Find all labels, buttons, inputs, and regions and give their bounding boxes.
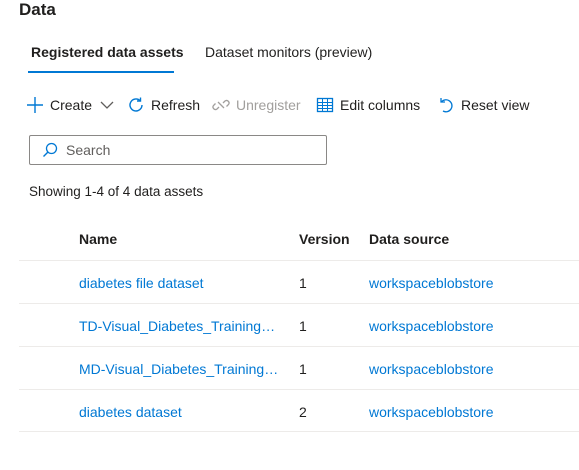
asset-name-link[interactable]: TD-Visual_Diabetes_Training-N... xyxy=(79,318,279,334)
asset-name-link[interactable]: diabetes file dataset xyxy=(79,275,279,291)
asset-name-link[interactable]: MD-Visual_Diabetes_Training-Tr... xyxy=(79,361,279,377)
search-box[interactable] xyxy=(29,135,327,165)
data-page: Data Registered data assets Dataset moni… xyxy=(0,0,579,470)
unregister-label: Unregister xyxy=(236,97,301,113)
reset-view-button[interactable]: Reset view xyxy=(437,95,529,115)
column-header-data-source[interactable]: Data source xyxy=(369,231,449,247)
data-source-link[interactable]: workspaceblobstore xyxy=(369,275,494,291)
create-button[interactable]: Create xyxy=(26,95,114,115)
refresh-button[interactable]: Refresh xyxy=(127,95,200,115)
data-source-link[interactable]: workspaceblobstore xyxy=(369,361,494,377)
table-row[interactable]: diabetes dataset 2 workspaceblobstore xyxy=(19,389,579,433)
edit-columns-label: Edit columns xyxy=(340,97,421,113)
column-header-name[interactable]: Name xyxy=(79,231,117,247)
edit-columns-button[interactable]: Edit columns xyxy=(316,95,420,115)
active-tab-indicator xyxy=(28,71,174,73)
data-source-link[interactable]: workspaceblobstore xyxy=(369,404,494,420)
table-columns-icon xyxy=(316,96,334,114)
plus-icon xyxy=(26,96,44,114)
page-title: Data xyxy=(19,0,56,19)
asset-version: 1 xyxy=(299,318,307,334)
data-source-link[interactable]: workspaceblobstore xyxy=(369,318,494,334)
results-count: Showing 1-4 of 4 data assets xyxy=(29,184,204,199)
create-label: Create xyxy=(50,97,93,113)
chevron-down-icon xyxy=(100,100,114,110)
table-bottom-divider xyxy=(19,431,579,432)
refresh-icon xyxy=(127,96,145,114)
reset-view-label: Reset view xyxy=(461,97,530,113)
tab-registered-data-assets[interactable]: Registered data assets xyxy=(31,44,184,60)
asset-name-link[interactable]: diabetes dataset xyxy=(79,404,279,420)
asset-version: 2 xyxy=(299,404,307,420)
table-row[interactable]: MD-Visual_Diabetes_Training-Tr... 1 work… xyxy=(19,346,579,390)
search-input[interactable] xyxy=(64,141,308,159)
unregister-button[interactable]: Unregister xyxy=(212,95,301,115)
asset-version: 1 xyxy=(299,361,307,377)
undo-icon xyxy=(437,96,455,114)
unlink-icon xyxy=(212,96,230,114)
tab-dataset-monitors[interactable]: Dataset monitors (preview) xyxy=(205,44,372,60)
table-row[interactable]: TD-Visual_Diabetes_Training-N... 1 works… xyxy=(19,303,579,347)
column-header-version[interactable]: Version xyxy=(299,231,350,247)
search-icon xyxy=(42,142,58,158)
asset-version: 1 xyxy=(299,275,307,291)
refresh-label: Refresh xyxy=(151,97,201,113)
table-row[interactable]: diabetes file dataset 1 workspaceblobsto… xyxy=(19,260,579,304)
